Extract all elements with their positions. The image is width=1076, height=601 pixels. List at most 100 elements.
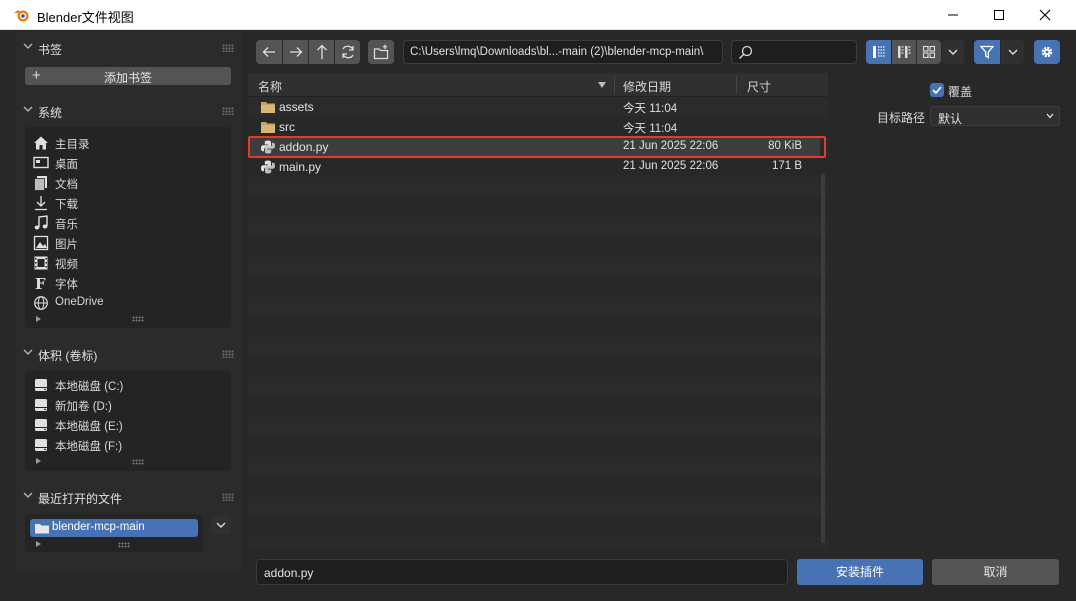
display-settings-dropdown[interactable] bbox=[942, 40, 964, 64]
volume-e[interactable]: 本地磁盘 (E:) bbox=[33, 415, 223, 435]
file-row-src[interactable]: src 今天 11:04 bbox=[248, 117, 820, 137]
folder-icon bbox=[261, 122, 275, 133]
minimize-button[interactable] bbox=[930, 0, 976, 30]
volumes-panel-header[interactable]: 体积 (卷标) bbox=[16, 342, 242, 366]
filter-toggle-button[interactable] bbox=[974, 40, 1000, 64]
filter-search-input[interactable] bbox=[731, 40, 857, 64]
expand-arrow-icon[interactable] bbox=[36, 316, 41, 322]
sort-descending-icon[interactable] bbox=[598, 82, 606, 88]
place-videos[interactable]: 视频 bbox=[33, 253, 223, 273]
system-panel-header[interactable]: 系统 bbox=[16, 99, 242, 123]
filter-icon bbox=[980, 45, 994, 59]
chevron-down-icon bbox=[23, 43, 33, 49]
place-pictures[interactable]: 图片 bbox=[33, 233, 223, 253]
minimize-icon bbox=[948, 14, 958, 16]
target-path-label: 目标路径 bbox=[877, 111, 926, 125]
place-desktop[interactable]: 桌面 bbox=[33, 153, 223, 173]
refresh-button[interactable] bbox=[335, 40, 360, 64]
horizontal-list-view-button[interactable] bbox=[892, 40, 916, 64]
forward-button[interactable] bbox=[283, 40, 308, 64]
parent-directory-button[interactable] bbox=[309, 40, 334, 64]
blender-logo-icon bbox=[14, 10, 29, 22]
volume-d[interactable]: 新加卷 (D:) bbox=[33, 395, 223, 415]
volume-c[interactable]: 本地磁盘 (C:) bbox=[33, 375, 223, 395]
drag-handle-icon[interactable] bbox=[222, 44, 234, 52]
new-directory-button[interactable] bbox=[368, 40, 394, 64]
file-date: 今天 11:04 bbox=[623, 123, 678, 135]
column-size[interactable]: 尺寸 bbox=[747, 78, 771, 95]
column-date[interactable]: 修改日期 bbox=[623, 78, 671, 95]
place-music[interactable]: 音乐 bbox=[33, 213, 223, 233]
directory-path-field[interactable]: C:\Users\lmq\Downloads\bl...-main (2)\bl… bbox=[403, 40, 723, 64]
drag-handle-icon[interactable] bbox=[222, 107, 234, 115]
expand-arrow-icon[interactable] bbox=[36, 541, 41, 547]
place-onedrive[interactable]: OneDrive bbox=[33, 293, 223, 313]
back-button[interactable] bbox=[256, 40, 282, 64]
overwrite-checkbox[interactable] bbox=[930, 83, 944, 97]
file-row-main-py[interactable]: main.py 21 Jun 2025 22:06 171 B bbox=[248, 157, 820, 177]
volume-f[interactable]: 本地磁盘 (F:) bbox=[33, 435, 223, 455]
close-button[interactable] bbox=[1022, 0, 1068, 30]
window-title: Blender文件视图 bbox=[37, 10, 134, 25]
place-documents[interactable]: 文档 bbox=[33, 173, 223, 193]
resize-handle-icon[interactable] bbox=[118, 542, 130, 548]
expand-arrow-icon[interactable] bbox=[36, 458, 41, 464]
search-icon bbox=[739, 45, 753, 59]
arrow-right-icon bbox=[289, 47, 302, 57]
music-icon bbox=[34, 215, 48, 230]
place-label: 文档 bbox=[55, 179, 78, 191]
vertical-list-view-button[interactable] bbox=[866, 40, 891, 64]
file-list-scrollbar[interactable] bbox=[821, 173, 825, 543]
filter-settings-dropdown[interactable] bbox=[1001, 40, 1024, 64]
target-path-select[interactable]: 默认 bbox=[930, 106, 1060, 126]
refresh-icon bbox=[341, 45, 354, 59]
filename-input[interactable]: addon.py bbox=[256, 559, 788, 585]
recent-item-label: blender-mcp-main bbox=[52, 521, 145, 533]
columns-view-icon bbox=[898, 46, 911, 58]
target-path-value: 默认 bbox=[938, 112, 963, 126]
file-date: 21 Jun 2025 22:06 bbox=[623, 160, 719, 172]
install-addon-button[interactable]: 安装插件 bbox=[797, 559, 923, 585]
overwrite-label: 覆盖 bbox=[948, 85, 973, 99]
resize-handle-icon[interactable] bbox=[132, 459, 144, 465]
place-label: 视频 bbox=[55, 259, 78, 271]
cancel-button[interactable]: 取消 bbox=[932, 559, 1059, 585]
place-home[interactable]: 主目录 bbox=[33, 133, 223, 153]
place-label: 主目录 bbox=[55, 139, 90, 151]
file-row-assets[interactable]: assets 今天 11:04 bbox=[248, 97, 820, 117]
new-folder-icon bbox=[373, 44, 389, 60]
drag-handle-icon[interactable] bbox=[222, 493, 234, 501]
add-bookmark-button[interactable]: + 添加书签 bbox=[25, 67, 231, 85]
maximize-button[interactable] bbox=[976, 0, 1022, 30]
place-label: 图片 bbox=[55, 239, 78, 251]
list-view-icon bbox=[872, 46, 885, 58]
file-browser-window: 书签 + 添加书签 系统 主目录 桌面 文档 下载 音乐 图片 视频 F 字体 … bbox=[0, 30, 1076, 601]
disk-icon bbox=[35, 379, 47, 391]
thumbnail-view-button[interactable] bbox=[917, 40, 941, 64]
toggle-options-region-button[interactable] bbox=[1034, 40, 1060, 64]
volumes-list: 本地磁盘 (C:) 新加卷 (D:) 本地磁盘 (E:) 本地磁盘 (F:) bbox=[25, 371, 231, 471]
place-downloads[interactable]: 下载 bbox=[33, 193, 223, 213]
column-name[interactable]: 名称 bbox=[258, 78, 282, 95]
bookmarks-panel-header[interactable]: 书签 bbox=[16, 36, 242, 60]
recent-options-button[interactable] bbox=[211, 516, 231, 534]
volume-label: 本地磁盘 (E:) bbox=[55, 421, 123, 433]
place-fonts[interactable]: F 字体 bbox=[33, 273, 223, 293]
sidebar: 书签 + 添加书签 系统 主目录 桌面 文档 下载 音乐 图片 视频 F 字体 … bbox=[16, 32, 242, 572]
resize-handle-icon[interactable] bbox=[132, 316, 144, 322]
disk-icon bbox=[35, 439, 47, 451]
recent-item-blender-mcp-main[interactable]: blender-mcp-main bbox=[30, 519, 198, 537]
volume-label: 新加卷 (D:) bbox=[55, 401, 112, 413]
file-date: 今天 11:04 bbox=[623, 103, 678, 115]
system-places-list: 主目录 桌面 文档 下载 音乐 图片 视频 F 字体 OneDrive bbox=[25, 127, 231, 328]
chevron-down-icon bbox=[23, 106, 33, 112]
add-bookmark-label: 添加书签 bbox=[103, 71, 152, 85]
place-label: 字体 bbox=[55, 279, 78, 291]
drag-handle-icon[interactable] bbox=[222, 350, 234, 358]
file-rows: assets 今天 11:04 src 今天 11:04 addon.py 21… bbox=[248, 97, 828, 550]
selection-highlight-box bbox=[248, 136, 826, 158]
column-separator[interactable] bbox=[614, 76, 615, 94]
close-icon bbox=[1039, 9, 1051, 21]
recent-panel-header[interactable]: 最近打开的文件 bbox=[16, 485, 242, 509]
column-separator[interactable] bbox=[736, 76, 737, 94]
